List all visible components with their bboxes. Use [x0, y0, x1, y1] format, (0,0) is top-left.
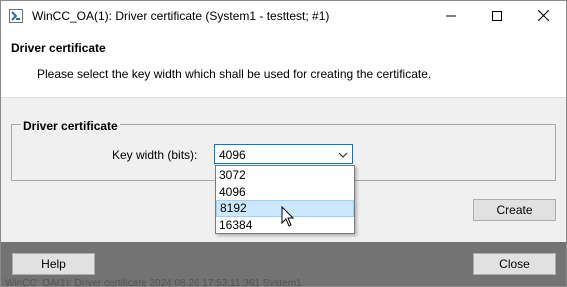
maximize-button[interactable]: [474, 1, 520, 32]
close-icon: [537, 9, 549, 24]
key-width-option[interactable]: 4096: [216, 184, 354, 201]
groupbox-title: Driver certificate: [21, 119, 120, 133]
wincc-app-icon: [9, 9, 23, 23]
driver-certificate-dialog: WinCC_OA(1): Driver certificate (System1…: [0, 0, 567, 287]
key-width-label: Key width (bits):: [112, 148, 198, 162]
key-width-selected-value: 4096: [219, 148, 246, 162]
maximize-icon: [492, 10, 502, 24]
title-bar[interactable]: WinCC_OA(1): Driver certificate (System1…: [1, 1, 566, 32]
create-button[interactable]: Create: [473, 199, 556, 221]
close-button[interactable]: Close: [473, 253, 556, 275]
footer-bar: Help Close WinCC_OA(1): Driver certifica…: [1, 242, 566, 286]
chevron-down-icon[interactable]: [338, 149, 348, 159]
help-button[interactable]: Help: [12, 253, 95, 275]
header-panel: Driver certificate Please select the key…: [1, 32, 566, 98]
header-description: Please select the key width which shall …: [37, 67, 432, 81]
minimize-button[interactable]: [428, 1, 474, 32]
status-text: WinCC_OA(1): Driver certificate 2024.08.…: [5, 278, 302, 287]
close-window-button[interactable]: [520, 1, 566, 32]
key-width-option[interactable]: 3072: [216, 167, 354, 184]
key-width-combobox[interactable]: 4096: [214, 144, 353, 164]
minimize-icon: [446, 10, 456, 24]
header-title: Driver certificate: [11, 41, 106, 55]
mouse-pointer-icon: [281, 205, 295, 228]
window-title: WinCC_OA(1): Driver certificate (System1…: [32, 9, 330, 23]
